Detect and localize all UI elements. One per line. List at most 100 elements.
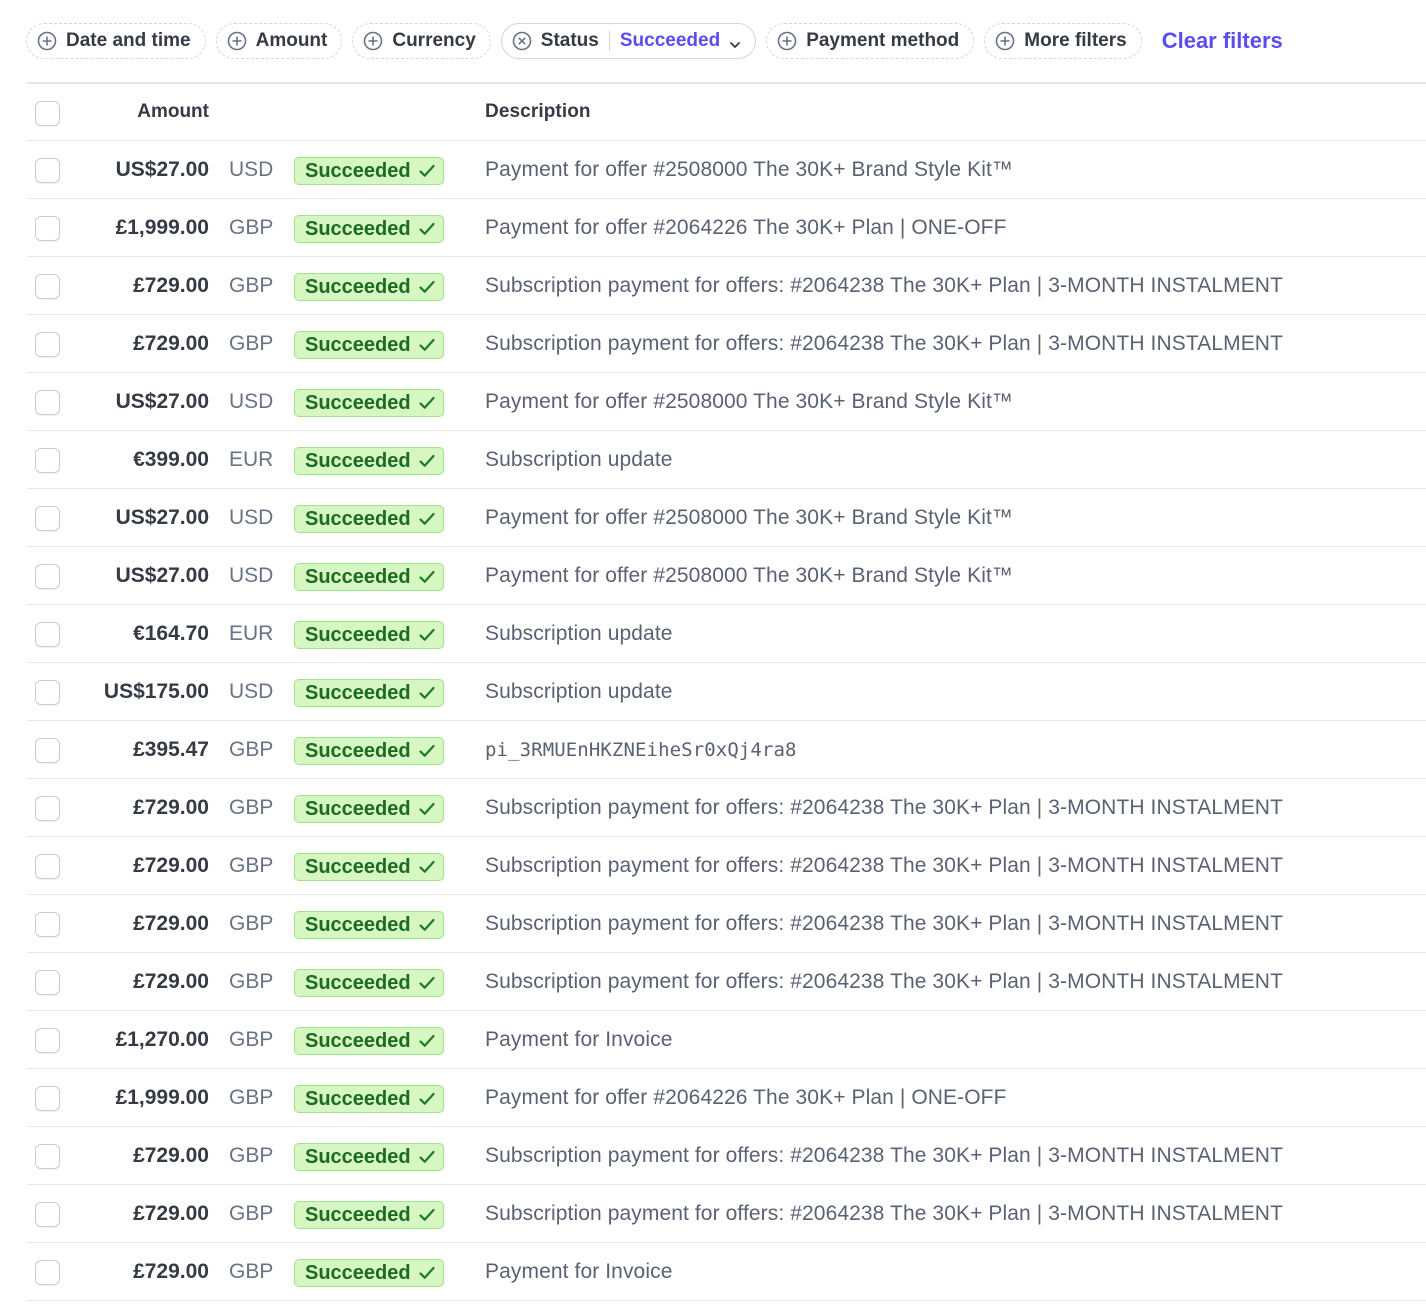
status-badge: Succeeded — [294, 447, 444, 475]
status-label: Succeeded — [305, 159, 411, 182]
table-row[interactable]: £729.00 GBP Succeeded Subscription payme… — [27, 1185, 1426, 1243]
row-amount: £729.00 — [133, 1201, 209, 1225]
row-amount: US$27.00 — [115, 389, 209, 413]
checkmark-icon — [417, 683, 437, 703]
filter-label: More filters — [1024, 30, 1127, 51]
row-description: Payment for offer #2064226 The 30K+ Plan… — [485, 215, 1007, 239]
checkmark-icon — [417, 915, 437, 935]
table-row[interactable]: US$27.00 USD Succeeded Payment for offer… — [27, 547, 1426, 605]
filter-label: Status — [540, 30, 599, 51]
status-badge: Succeeded — [294, 679, 444, 707]
row-amount: €164.70 — [133, 621, 209, 645]
filter-label: Date and time — [66, 30, 191, 51]
row-currency: GBP — [229, 911, 274, 935]
row-checkbox[interactable] — [35, 158, 60, 183]
checkmark-icon — [417, 741, 437, 761]
status-badge: Succeeded — [294, 621, 444, 649]
status-label: Succeeded — [305, 623, 411, 646]
status-label: Succeeded — [305, 1145, 411, 1168]
table-row[interactable]: £729.00 GBP Succeeded Subscription payme… — [27, 895, 1426, 953]
table-row[interactable]: €399.00 EUR Succeeded Subscription updat… — [27, 431, 1426, 489]
table-row[interactable]: £729.00 GBP Succeeded Subscription payme… — [27, 837, 1426, 895]
table-row[interactable]: £395.47 GBP Succeeded pi_3RMUEnHKZNEiheS… — [27, 721, 1426, 779]
row-checkbox[interactable] — [35, 332, 60, 357]
table-row[interactable]: US$27.00 USD Succeeded Payment for offer… — [27, 489, 1426, 547]
clear-filters-link[interactable]: Clear filters — [1162, 28, 1283, 54]
status-label: Succeeded — [305, 913, 411, 936]
table-row[interactable]: £729.00 GBP Succeeded Subscription payme… — [27, 779, 1426, 837]
column-header-description[interactable]: Description — [485, 84, 591, 140]
row-description: Payment for Invoice — [485, 1027, 673, 1051]
table-row[interactable]: US$175.00 USD Succeeded Subscription upd… — [27, 663, 1426, 721]
row-currency: GBP — [229, 1027, 274, 1051]
checkmark-icon — [417, 1205, 437, 1225]
row-checkbox[interactable] — [35, 680, 60, 705]
filter-currency[interactable]: Currency — [352, 23, 491, 59]
row-checkbox[interactable] — [35, 796, 60, 821]
row-checkbox[interactable] — [35, 274, 60, 299]
row-checkbox[interactable] — [35, 1144, 60, 1169]
row-checkbox[interactable] — [35, 564, 60, 589]
row-checkbox[interactable] — [35, 738, 60, 763]
table-row[interactable]: £729.00 GBP Succeeded Subscription payme… — [27, 953, 1426, 1011]
checkmark-icon — [417, 1031, 437, 1051]
status-label: Succeeded — [305, 1029, 411, 1052]
table-row[interactable]: £1,999.00 GBP Succeeded Payment for offe… — [27, 199, 1426, 257]
filter-status-value: Succeeded — [619, 30, 721, 51]
row-checkbox[interactable] — [35, 854, 60, 879]
row-checkbox[interactable] — [35, 506, 60, 531]
row-checkbox[interactable] — [35, 448, 60, 473]
table-row[interactable]: £729.00 GBP Succeeded Subscription payme… — [27, 315, 1426, 373]
row-amount: £729.00 — [133, 1259, 209, 1283]
table-row[interactable]: £1,270.00 GBP Succeeded Payment for Invo… — [27, 1011, 1426, 1069]
row-checkbox[interactable] — [35, 1260, 60, 1285]
status-label: Succeeded — [305, 507, 411, 530]
checkmark-icon — [417, 799, 437, 819]
row-checkbox[interactable] — [35, 622, 60, 647]
status-label: Succeeded — [305, 1261, 411, 1284]
status-badge: Succeeded — [294, 563, 444, 591]
filter-date-and-time[interactable]: Date and time — [26, 23, 206, 59]
remove-filter-icon[interactable] — [512, 31, 532, 51]
checkmark-icon — [417, 219, 437, 239]
row-currency: USD — [229, 563, 274, 587]
status-label: Succeeded — [305, 1203, 411, 1226]
table-row[interactable]: €164.70 EUR Succeeded Subscription updat… — [27, 605, 1426, 663]
row-amount: US$175.00 — [103, 679, 209, 703]
row-checkbox[interactable] — [35, 216, 60, 241]
checkmark-icon — [417, 335, 437, 355]
row-description: Payment for offer #2508000 The 30K+ Bran… — [485, 389, 1013, 413]
select-all-checkbox[interactable] — [35, 101, 60, 126]
table-row[interactable]: US$27.00 USD Succeeded Payment for offer… — [27, 373, 1426, 431]
row-checkbox[interactable] — [35, 970, 60, 995]
row-checkbox[interactable] — [35, 390, 60, 415]
status-badge: Succeeded — [294, 1027, 444, 1055]
status-label: Succeeded — [305, 971, 411, 994]
filter-payment-method[interactable]: Payment method — [766, 23, 975, 59]
table-row[interactable]: US$27.00 USD Succeeded Payment for offer… — [27, 141, 1426, 199]
row-checkbox[interactable] — [35, 1202, 60, 1227]
table-row[interactable]: £729.00 GBP Succeeded Subscription payme… — [27, 257, 1426, 315]
filter-status[interactable]: Status Succeeded — [500, 23, 757, 59]
row-amount: £729.00 — [133, 331, 209, 355]
row-description: Subscription payment for offers: #206423… — [485, 1201, 1284, 1225]
row-checkbox[interactable] — [35, 1028, 60, 1053]
checkmark-icon — [417, 1089, 437, 1109]
row-checkbox[interactable] — [35, 912, 60, 937]
plus-circle-icon — [777, 31, 797, 51]
table-row[interactable]: £729.00 GBP Succeeded Payment for Invoic… — [27, 1243, 1426, 1301]
status-label: Succeeded — [305, 855, 411, 878]
plus-circle-icon — [363, 31, 383, 51]
filter-label: Payment method — [806, 30, 960, 51]
row-currency: GBP — [229, 737, 274, 761]
status-badge: Succeeded — [294, 1259, 444, 1287]
row-checkbox[interactable] — [35, 1086, 60, 1111]
row-amount: £729.00 — [133, 1143, 209, 1167]
filter-amount[interactable]: Amount — [215, 23, 343, 59]
column-header-amount[interactable]: Amount — [137, 84, 209, 140]
table-row[interactable]: £1,999.00 GBP Succeeded Payment for offe… — [27, 1069, 1426, 1127]
status-badge: Succeeded — [294, 911, 444, 939]
row-description: Payment for offer #2508000 The 30K+ Bran… — [485, 563, 1013, 587]
table-row[interactable]: £729.00 GBP Succeeded Subscription payme… — [27, 1127, 1426, 1185]
filter-more-filters[interactable]: More filters — [984, 23, 1142, 59]
